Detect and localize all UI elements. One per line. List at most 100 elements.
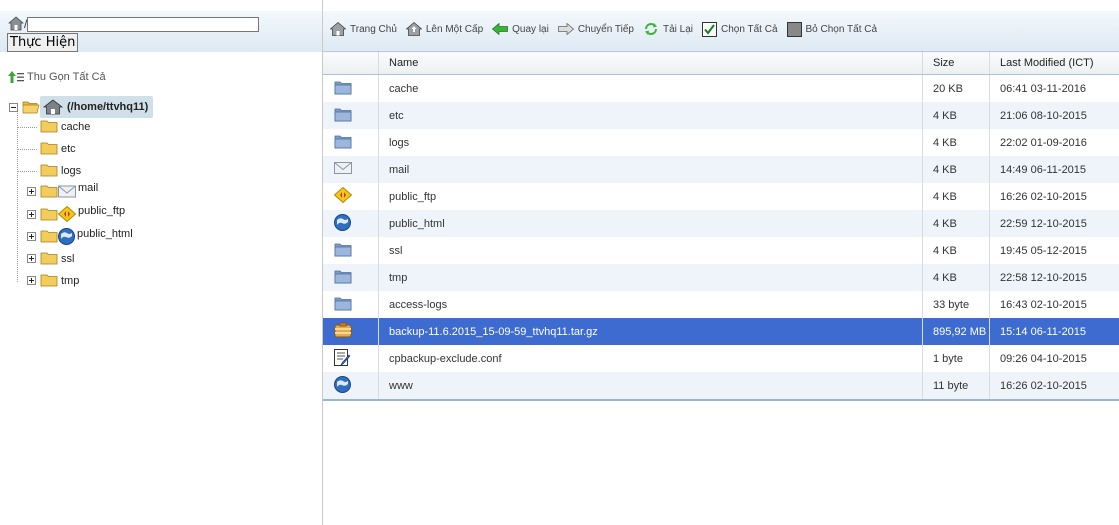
tree-expand-toggle[interactable] — [27, 186, 36, 196]
home-icon — [43, 99, 63, 115]
reload-button[interactable]: Tải Lại — [643, 22, 693, 36]
folder-icon — [40, 120, 58, 133]
back-button[interactable]: Quay lại — [492, 23, 549, 35]
table-row[interactable]: backup-11.6.2015_15-09-59_ttvhq11.tar.gz… — [323, 318, 1119, 345]
file-modified-cell: 22:58 12-10-2015 — [989, 264, 1119, 291]
collapse-all-link[interactable]: Thu Gọn Tất Cả — [8, 71, 106, 83]
file-size-cell: 4 KB — [922, 129, 990, 156]
tree-item-mail[interactable]: mail — [27, 182, 98, 198]
file-size-cell: 4 KB — [922, 183, 990, 210]
folder-icon — [40, 208, 58, 220]
file-name-cell: mail — [378, 156, 923, 183]
table-row[interactable]: cpbackup-exclude.conf 1 byte 09:26 04-10-2… — [323, 345, 1119, 372]
file-name-cell: www — [378, 372, 923, 400]
tree-item-public-html[interactable]: public_html — [27, 228, 133, 245]
table-row[interactable]: logs 4 KB 22:02 01-09-2016 — [323, 129, 1119, 156]
file-icon-cell — [323, 291, 379, 318]
tree-item-cache[interactable]: cache — [40, 120, 90, 133]
deselect-all-button[interactable]: Bỏ Chọn Tất Cả — [786, 21, 877, 37]
file-modified-cell: 15:14 06-11-2015 — [989, 318, 1119, 345]
tree-item-label: public_html — [77, 227, 133, 240]
file-size-cell: 4 KB — [922, 102, 990, 129]
file-name-cell: public_html — [378, 210, 923, 237]
collapse-all-label: Thu Gọn Tất Cả — [27, 71, 106, 83]
toolbar: Trang Chủ Lên Một Cấp Quay lại Chuyển Ti… — [330, 20, 886, 38]
table-row[interactable]: public_html 4 KB 22:59 12-10-2015 — [323, 210, 1119, 237]
tree-item-label: tmp — [61, 274, 80, 287]
tree-expand-toggle[interactable] — [27, 209, 36, 219]
table-row[interactable]: www 11 byte 16:26 02-10-2015 — [323, 372, 1119, 400]
size-column-header[interactable]: Size — [922, 51, 990, 75]
home-icon[interactable] — [8, 16, 24, 32]
file-modified-cell: 06:41 03-11-2016 — [989, 74, 1119, 102]
file-icon-cell — [323, 264, 379, 291]
file-modified-cell: 16:43 02-10-2015 — [989, 291, 1119, 318]
forward-label: Chuyển Tiếp — [577, 23, 634, 35]
checkbox-unchecked-icon — [786, 21, 802, 37]
folder-icon — [40, 142, 58, 155]
file-modified-cell: 16:26 02-10-2015 — [989, 372, 1119, 400]
folder-icon — [334, 81, 352, 98]
tree-root-label[interactable]: (/home/ttvhq11) — [40, 96, 154, 118]
tree-item-ssl[interactable]: ssl — [27, 252, 74, 265]
home-icon — [330, 22, 346, 36]
tree-expand-toggle[interactable] — [27, 254, 36, 263]
forward-button[interactable]: Chuyển Tiếp — [557, 23, 634, 35]
folder-icon — [334, 297, 352, 314]
file-icon-cell — [323, 183, 379, 210]
file-name-cell: backup-11.6.2015_15-09-59_ttvhq11.tar.gz — [378, 318, 923, 345]
table-row[interactable]: mail 4 KB 14:49 06-11-2015 — [323, 156, 1119, 183]
file-name-cell: tmp — [378, 264, 923, 291]
forward-arrow-icon — [557, 23, 574, 35]
checkbox-checked-icon — [702, 21, 717, 37]
reload-icon — [644, 23, 657, 35]
tree-expand-toggle[interactable] — [27, 232, 36, 241]
file-name-cell: cache — [378, 74, 923, 102]
table-row[interactable]: ssl 4 KB 19:45 05-12-2015 — [323, 237, 1119, 264]
folder-icon — [334, 243, 352, 260]
tree-root[interactable]: (/home/ttvhq11) — [9, 96, 154, 118]
select-all-button[interactable]: Chọn Tất Cả — [702, 21, 778, 37]
file-size-cell: 4 KB — [922, 237, 990, 264]
file-size-cell: 4 KB — [922, 264, 990, 291]
file-modified-cell: 22:59 12-10-2015 — [989, 210, 1119, 237]
tree-collapse-toggle[interactable] — [9, 102, 18, 112]
file-name-cell: public_ftp — [378, 183, 923, 210]
table-header-row: Name Size Last Modified (ICT) — [323, 51, 1119, 75]
file-icon-cell — [323, 129, 379, 156]
globe-icon — [334, 213, 351, 234]
tree-expand-toggle[interactable] — [27, 276, 36, 285]
ftp-icon — [333, 186, 353, 206]
icon-column-header[interactable] — [323, 51, 379, 75]
directory-panel: / Thực Hiện Thu Gọn Tất Cả (/home/ttvhq1… — [0, 0, 322, 525]
globe-icon — [58, 228, 75, 245]
file-name-cell: etc — [378, 102, 923, 129]
file-icon-cell — [323, 75, 379, 103]
file-icon-cell — [323, 102, 379, 129]
file-name-cell: access-logs — [378, 291, 923, 318]
table-row[interactable]: etc 4 KB 21:06 08-10-2015 — [323, 102, 1119, 129]
tree-item-public-ftp[interactable]: public_ftp — [27, 205, 125, 222]
file-size-cell: 20 KB — [922, 74, 990, 102]
up-level-icon — [405, 22, 422, 36]
table-row[interactable]: cache 20 KB 06:41 03-11-2016 — [323, 74, 1119, 103]
folder-icon — [40, 230, 58, 243]
archive-icon — [334, 322, 352, 341]
table-row[interactable]: public_ftp 4 KB 16:26 02-10-2015 — [323, 183, 1119, 210]
path-input[interactable] — [27, 16, 260, 32]
tree-item-tmp[interactable]: tmp — [27, 274, 79, 287]
tree-item-logs[interactable]: logs — [40, 164, 81, 177]
go-button[interactable]: Thực Hiện — [7, 33, 79, 52]
table-row[interactable]: tmp 4 KB 22:58 12-10-2015 — [323, 264, 1119, 291]
tree-guide — [17, 171, 37, 172]
modified-column-header[interactable]: Last Modified (ICT) — [989, 51, 1119, 75]
table-row[interactable]: access-logs 33 byte 16:43 02-10-2015 — [323, 291, 1119, 318]
up-one-level-button[interactable]: Lên Một Cấp — [405, 22, 483, 36]
tree-item-etc[interactable]: etc — [40, 142, 76, 155]
file-modified-cell: 19:45 05-12-2015 — [989, 237, 1119, 264]
home-button[interactable]: Trang Chủ — [330, 22, 397, 36]
name-column-header[interactable]: Name — [378, 51, 923, 75]
tree-guide — [17, 127, 37, 128]
folder-icon — [334, 135, 352, 152]
file-icon-cell — [323, 156, 379, 183]
